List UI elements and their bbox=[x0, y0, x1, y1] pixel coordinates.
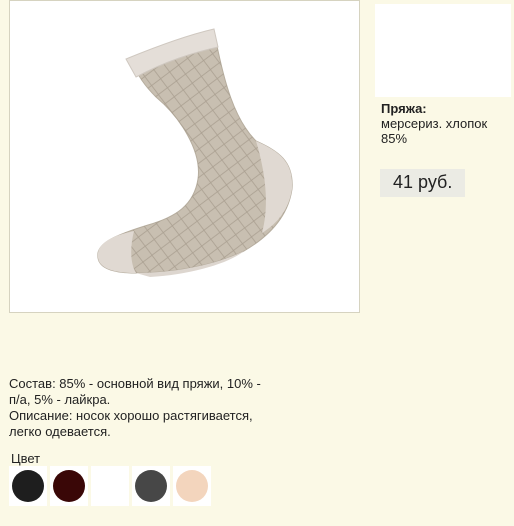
product-photo[interactable] bbox=[9, 0, 360, 313]
sock-image bbox=[97, 28, 293, 277]
color-swatch-dark-brown[interactable] bbox=[50, 466, 88, 506]
composition-text: Состав: 85% - основной вид пряжи, 10% - … bbox=[9, 376, 261, 407]
price-badge: 41 руб. bbox=[380, 169, 466, 197]
yarn-label: Пряжа: bbox=[381, 101, 427, 116]
color-dot bbox=[12, 470, 44, 502]
color-dot bbox=[94, 470, 126, 502]
product-page: Пряжа: мерсериз. хлопок 85% 41 руб. Сост… bbox=[0, 0, 514, 526]
blank-panel bbox=[375, 4, 511, 97]
color-dot bbox=[135, 470, 167, 502]
product-details-panel: Пряжа: мерсериз. хлопок 85% 41 руб. bbox=[375, 4, 511, 197]
product-description: Состав: 85% - основной вид пряжи, 10% - … bbox=[9, 376, 269, 440]
color-swatch-beige[interactable] bbox=[173, 466, 211, 506]
color-swatches bbox=[9, 466, 211, 506]
color-swatch-black[interactable] bbox=[9, 466, 47, 506]
description-text: Описание: носок хорошо растягивается, ле… bbox=[9, 408, 253, 439]
yarn-value: мерсериз. хлопок 85% bbox=[381, 116, 488, 146]
color-dot bbox=[53, 470, 85, 502]
color-title: Цвет bbox=[11, 451, 41, 466]
color-swatch-white[interactable] bbox=[91, 466, 129, 506]
color-dot bbox=[176, 470, 208, 502]
color-swatch-dark-grey[interactable] bbox=[132, 466, 170, 506]
